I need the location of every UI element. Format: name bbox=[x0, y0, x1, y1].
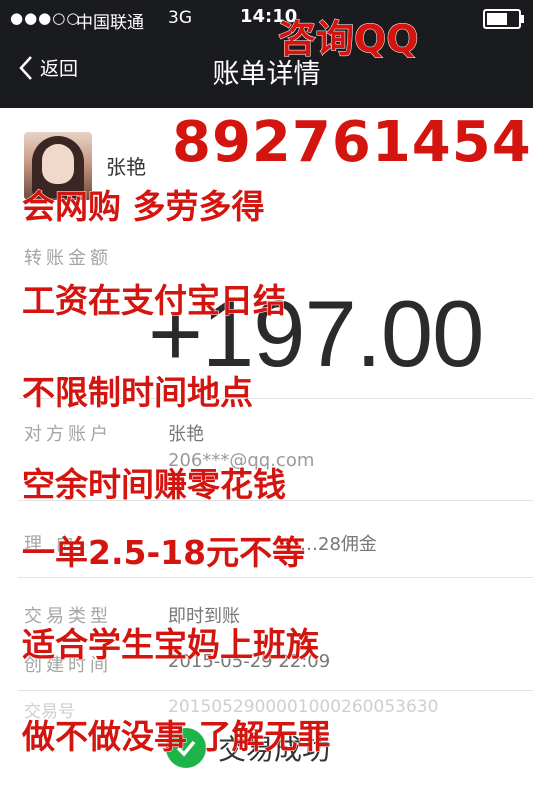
ad-line: 会网购 多劳多得 bbox=[22, 187, 265, 227]
reason-value: …28佣金 bbox=[300, 534, 377, 555]
divider bbox=[18, 690, 533, 691]
ad-line: 做不做没事 了解无罪 bbox=[22, 717, 331, 757]
signal-strength: ●●●○○ bbox=[10, 9, 81, 27]
status-bar: ●●●○○ 中国联通 3G 14:10 bbox=[0, 0, 533, 38]
transfer-amount-label: 转账金额 bbox=[24, 248, 112, 269]
counterparty-name: 张艳 bbox=[168, 424, 204, 445]
ad-line: 一单2.5-18元不等 bbox=[21, 533, 306, 573]
nav-bar: 返回 账单详情 bbox=[0, 38, 533, 108]
page-title: 账单详情 bbox=[212, 59, 321, 90]
user-name: 张艳 bbox=[106, 155, 146, 179]
ad-line: 适合学生宝妈上班族 bbox=[22, 625, 320, 665]
divider bbox=[18, 577, 533, 578]
ad-line: 空余时间赚零花钱 bbox=[22, 465, 287, 505]
ad-qq-label: 咨询QQ bbox=[278, 17, 420, 62]
battery-icon bbox=[483, 9, 524, 29]
ad-line: 工资在支付宝日结 bbox=[22, 281, 287, 321]
ad-qq-number: 892761454 bbox=[172, 110, 532, 176]
counterparty-label: 对方账户 bbox=[24, 424, 112, 445]
network-type: 3G bbox=[168, 8, 192, 28]
carrier-name: 中国联通 bbox=[76, 13, 144, 33]
ad-line: 不限制时间地点 bbox=[22, 373, 254, 413]
